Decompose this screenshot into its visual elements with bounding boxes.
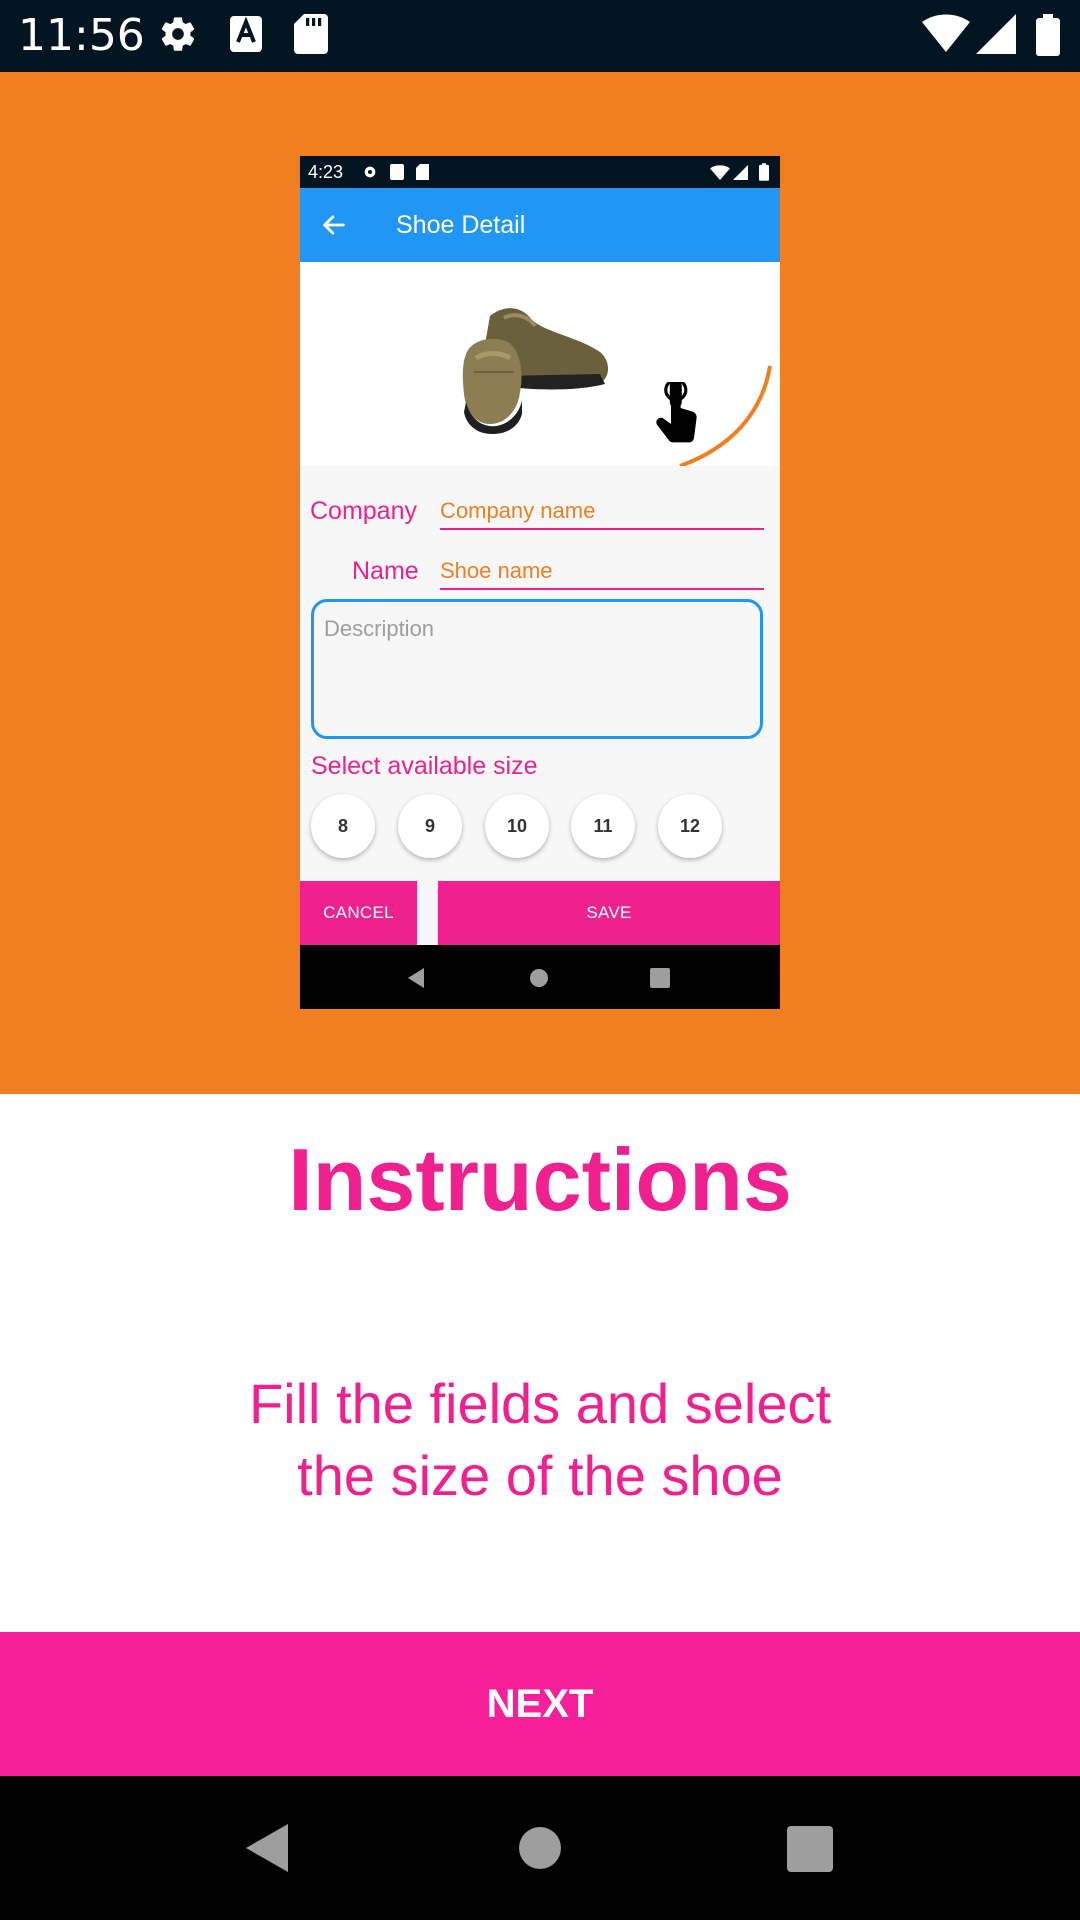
size-option-8[interactable]: 8 — [311, 794, 375, 858]
description-textarea[interactable] — [311, 599, 763, 739]
nav-back-icon[interactable] — [244, 1822, 290, 1874]
mockup-status-bar: 4:23 — [300, 156, 780, 188]
nav-recents-icon[interactable] — [787, 1826, 833, 1872]
name-label: Name — [352, 557, 419, 585]
size-option-10[interactable]: 10 — [485, 794, 549, 858]
a-notification-icon — [230, 16, 262, 52]
nav-home-icon[interactable] — [518, 1826, 562, 1870]
mockup-wifi-icon — [710, 165, 730, 180]
system-nav-bar — [0, 1776, 1080, 1920]
shoe-image — [462, 308, 772, 466]
mockup-app-title: Shoe Detail — [396, 211, 526, 239]
sd-card-icon — [294, 14, 328, 54]
size-option-12[interactable]: 12 — [658, 794, 722, 858]
mockup-battery-icon — [759, 163, 769, 181]
shoe-image-area — [300, 262, 780, 466]
mockup-a-icon — [390, 164, 404, 180]
wifi-icon — [922, 14, 970, 52]
gear-icon — [161, 17, 195, 51]
mockup-gear-icon — [364, 166, 376, 178]
company-label: Company — [310, 497, 417, 525]
cell-signal-icon — [976, 14, 1016, 54]
mockup-nav-bar — [300, 945, 780, 1009]
instructions-line-2: the size of the shoe — [297, 1444, 783, 1507]
cancel-button[interactable]: CANCEL — [300, 881, 417, 945]
mockup-app-bar: Shoe Detail — [300, 188, 780, 262]
mockup-recents-icon — [650, 968, 670, 988]
save-button[interactable]: SAVE — [438, 881, 780, 945]
shoe-name-input[interactable] — [440, 558, 764, 590]
company-name-input[interactable] — [440, 498, 764, 530]
status-bar: 11:56 — [0, 0, 1080, 72]
mockup-back-icon — [408, 968, 424, 988]
mockup-status-time: 4:23 — [308, 162, 344, 182]
instructions-text: Fill the fields and select the size of t… — [190, 1368, 890, 1512]
size-option-9[interactable]: 9 — [398, 794, 462, 858]
status-time: 11:56 — [18, 10, 145, 61]
app-screenshot-mockup: 4:23 Shoe Detail Company Company name Na… — [300, 156, 780, 1009]
hand-pointer-icon — [656, 382, 697, 443]
instructions-line-1: Fill the fields and select — [248, 1372, 832, 1435]
next-button[interactable]: NEXT — [0, 1632, 1080, 1776]
mockup-home-icon — [530, 969, 548, 987]
instructions-heading: Instructions — [288, 1130, 792, 1229]
select-size-label: Select available size — [311, 752, 538, 780]
arrow-back-icon — [323, 215, 345, 235]
battery-icon — [1036, 14, 1060, 56]
size-option-11[interactable]: 11 — [571, 794, 635, 858]
mockup-sd-card-icon — [416, 164, 429, 180]
mockup-signal-icon — [733, 165, 748, 180]
